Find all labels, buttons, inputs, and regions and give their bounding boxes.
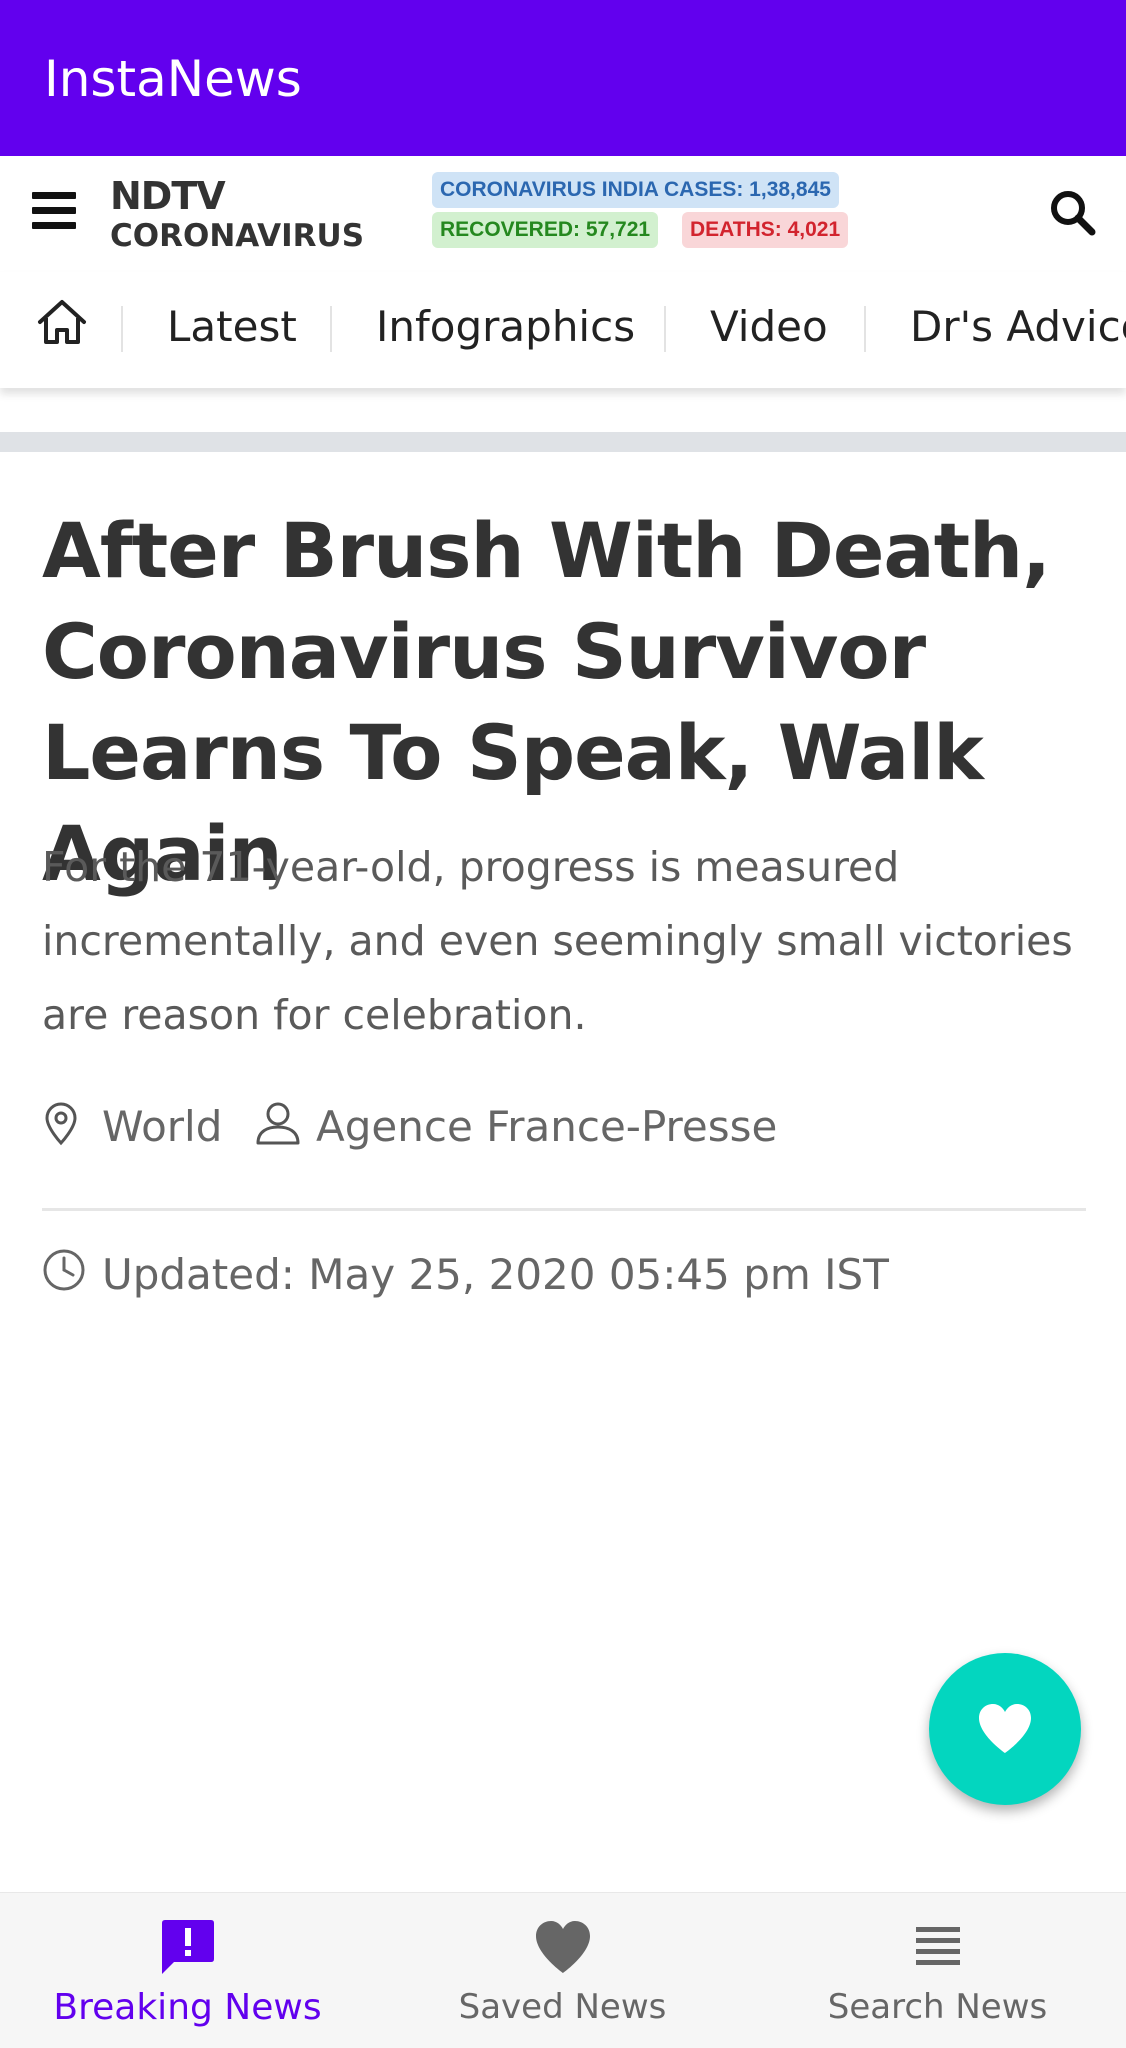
favorite-fab-button[interactable]: [929, 1653, 1081, 1805]
updated-timestamp: Updated: May 25, 2020 05:45 pm IST: [102, 1250, 889, 1299]
hamburger-menu-icon[interactable]: [32, 192, 78, 232]
alert-message-icon: [158, 1917, 218, 1977]
article-summary: For the 71-year-old, progress is measure…: [42, 843, 1073, 1039]
bottom-nav-breaking-news[interactable]: Breaking News: [0, 1893, 375, 2048]
tab-drs-advice[interactable]: Dr's Advice: [910, 302, 1126, 351]
bottom-nav: Breaking News Saved News Search News: [0, 1892, 1126, 2048]
category-nav: Latest Infographics Video Dr's Advice: [0, 272, 1126, 388]
bottom-nav-label: Search News: [827, 1987, 1048, 2027]
article-location[interactable]: World: [102, 1102, 222, 1151]
location-pin-icon: [42, 1102, 80, 1146]
meta-divider: [42, 1208, 1086, 1211]
bottom-nav-search-news[interactable]: Search News: [750, 1893, 1125, 2048]
section-divider: [0, 432, 1126, 452]
bottom-nav-label: Saved News: [458, 1987, 667, 2027]
ndtv-coronavirus-logo[interactable]: NDTV CORONAVIRUS: [110, 174, 364, 254]
list-icon: [908, 1917, 968, 1977]
clock-icon: [42, 1248, 86, 1292]
deaths-badge: DEATHS: 4,021: [682, 212, 849, 248]
tab-infographics[interactable]: Infographics: [376, 302, 635, 351]
site-header: NDTV CORONAVIRUS CORONAVIRUS INDIA CASES…: [0, 156, 1126, 272]
article-meta: World Agence France-Presse: [42, 1096, 1082, 1156]
tab-video[interactable]: Video: [710, 302, 828, 351]
cases-badge: CORONAVIRUS INDIA CASES: 1,38,845: [432, 172, 839, 208]
bottom-nav-label: Breaking News: [53, 1987, 322, 2028]
article-author[interactable]: Agence France-Presse: [316, 1102, 777, 1151]
app-bar: InstaNews: [0, 0, 1126, 156]
user-icon: [254, 1100, 302, 1146]
heart-icon: [533, 1917, 593, 1977]
covid-stats-ticker[interactable]: CORONAVIRUS INDIA CASES: 1,38,845 RECOVE…: [430, 168, 880, 258]
home-icon[interactable]: [36, 298, 88, 348]
nav-separator: [864, 306, 866, 352]
bottom-nav-saved-news[interactable]: Saved News: [375, 1893, 750, 2048]
app-title: InstaNews: [44, 50, 302, 108]
nav-separator: [664, 306, 666, 352]
logo-bottom-text: CORONAVIRUS: [110, 218, 365, 254]
tab-latest[interactable]: Latest: [167, 302, 297, 351]
nav-separator: [330, 306, 332, 352]
heart-icon: [979, 1704, 1031, 1753]
nav-separator: [121, 306, 123, 352]
search-icon[interactable]: [1048, 188, 1098, 238]
logo-top-text: NDTV: [110, 174, 226, 218]
article-updated: Updated: May 25, 2020 05:45 pm IST: [42, 1244, 1082, 1304]
recovered-badge: RECOVERED: 57,721: [432, 212, 659, 248]
